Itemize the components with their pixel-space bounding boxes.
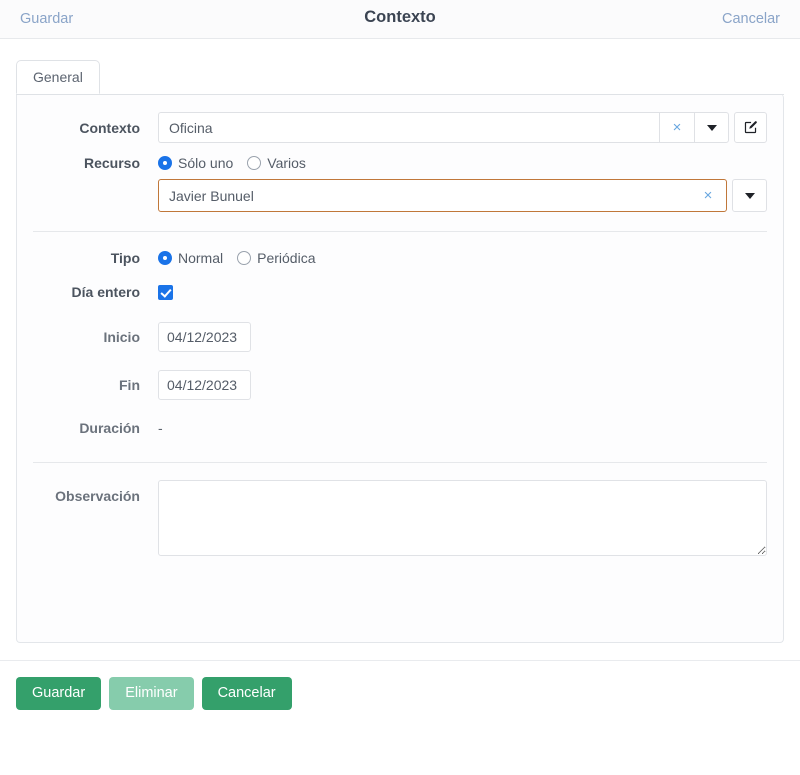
radio-normal-icon[interactable] [158, 251, 172, 265]
observacion-textarea[interactable] [158, 480, 767, 556]
recurso-input[interactable] [159, 181, 692, 210]
recurso-clear-icon[interactable]: × [692, 187, 724, 204]
radio-periodica-icon[interactable] [237, 251, 252, 265]
recurso-input-wrapper: × [158, 179, 727, 212]
field-row-dia-entero: Día entero [17, 284, 783, 300]
contexto-edit-button[interactable] [734, 112, 767, 143]
radio-option-periodica[interactable]: Periódica [237, 250, 316, 266]
field-row-tipo: Tipo Normal Periódica [17, 250, 783, 266]
form-card: Contexto × Recurso S [16, 94, 784, 643]
edit-pencil-square-icon [744, 121, 757, 134]
field-row-fin: Fin [17, 370, 783, 400]
chevron-down-icon [706, 124, 717, 131]
radio-label-varios: Varios [267, 155, 306, 171]
label-dia-entero: Día entero [71, 284, 140, 300]
tipo-radio-group: Normal Periódica [158, 250, 316, 266]
recurso-radio-group: Sólo uno Varios [158, 155, 306, 171]
divider-lower [33, 462, 767, 463]
label-duracion: Duración [79, 420, 140, 436]
dia-entero-checkbox[interactable] [158, 284, 173, 300]
divider-upper [33, 231, 767, 232]
chevron-down-icon [744, 192, 755, 199]
top-bar: Guardar Contexto Cancelar [0, 0, 800, 39]
contexto-clear-icon[interactable]: × [659, 112, 695, 143]
fin-date-input[interactable] [158, 370, 251, 400]
field-row-inicio: Inicio [17, 322, 783, 352]
radio-solo-uno-icon[interactable] [158, 156, 172, 170]
save-button[interactable]: Guardar [16, 677, 102, 710]
contexto-input-group: × [158, 112, 730, 143]
field-row-recurso-value: × [17, 179, 783, 212]
field-row-duracion: Duración - [17, 420, 783, 436]
page-title: Contexto [364, 8, 436, 26]
field-row-contexto: Contexto × [17, 112, 783, 143]
label-observacion: Observación [55, 488, 140, 504]
delete-button[interactable]: Eliminar [109, 677, 194, 710]
contexto-dropdown-button[interactable] [694, 112, 730, 143]
label-contexto: Contexto [79, 119, 140, 136]
radio-option-normal[interactable]: Normal [158, 250, 223, 266]
radio-varios-icon[interactable] [247, 156, 262, 170]
field-row-recurso: Recurso Sólo uno Varios [17, 155, 783, 171]
recurso-input-group: × [158, 179, 767, 212]
cancel-button[interactable]: Cancelar [201, 677, 292, 710]
label-fin: Fin [119, 377, 140, 393]
inicio-date-input[interactable] [158, 322, 251, 352]
radio-label-solo-uno: Sólo uno [178, 155, 234, 171]
footer-actions: Guardar Eliminar Cancelar [0, 661, 800, 710]
radio-option-solo-uno[interactable]: Sólo uno [158, 155, 233, 171]
tab-general[interactable]: General [16, 59, 100, 94]
recurso-dropdown-button[interactable] [732, 179, 767, 212]
radio-label-periodica: Periódica [257, 250, 316, 266]
label-tipo: Tipo [110, 250, 140, 266]
topbar-cancel-link[interactable]: Cancelar [722, 11, 780, 27]
radio-label-normal: Normal [178, 250, 224, 266]
label-recurso: Recurso [83, 155, 140, 171]
tabs-container: General [0, 39, 800, 95]
label-inicio: Inicio [103, 329, 140, 345]
tab-list: General [16, 58, 784, 95]
contexto-input[interactable] [158, 112, 660, 143]
duracion-value: - [158, 420, 163, 436]
radio-option-varios[interactable]: Varios [247, 155, 306, 171]
field-row-observacion: Observación [17, 480, 783, 556]
